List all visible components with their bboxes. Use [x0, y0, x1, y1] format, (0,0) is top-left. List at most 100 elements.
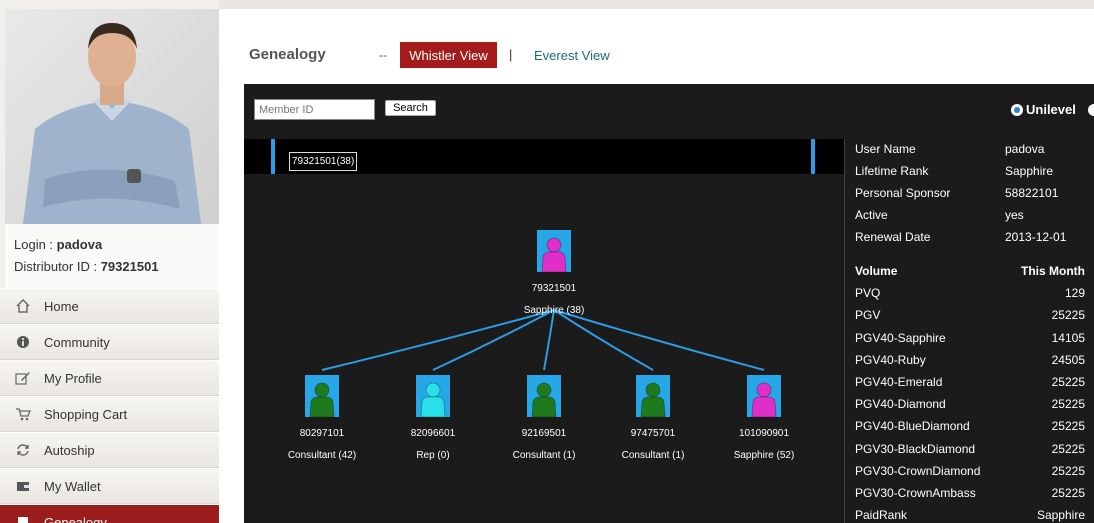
menu-item-label: Home: [44, 298, 79, 314]
header-separator-dash: --: [379, 48, 387, 62]
wallet-icon: [15, 478, 31, 494]
volume-table: Volume This Month PVQ 129 PGV 25225 PGV40-Sa…: [855, 264, 1085, 523]
info-value: yes: [1005, 208, 1024, 222]
menu-item-label: Autoship: [44, 442, 95, 458]
tree-connector-line: [553, 309, 654, 371]
everest-view-link[interactable]: Everest View: [534, 48, 610, 63]
menu-item-autoship[interactable]: Autoship: [0, 432, 219, 468]
volume-label: PGV40-Ruby: [855, 352, 926, 367]
member-info: User Name padova Lifetime Rank Sapphire …: [855, 142, 1090, 252]
node-member-rank: Rep (0): [416, 450, 450, 461]
info-label: Lifetime Rank: [855, 164, 929, 178]
login-row: Login : padova: [14, 237, 219, 259]
tree-node[interactable]: 101090901 Sapphire (52): [714, 375, 814, 462]
volume-row: PGV40-Diamond 25225: [855, 397, 1085, 419]
info-label: Active: [855, 208, 888, 222]
node-member-rank: Sapphire (38): [523, 305, 585, 316]
node-member-id: 82096601: [410, 428, 456, 439]
info-value: Sapphire: [1005, 164, 1054, 178]
volume-value: 25225: [1051, 419, 1085, 434]
tree-node[interactable]: 97475701 Consultant (1): [603, 375, 703, 462]
volume-row: PGV40-Emerald 25225: [855, 375, 1085, 397]
menu-item-shopping-cart[interactable]: Shopping Cart: [0, 396, 219, 432]
info-value: padova: [1005, 142, 1045, 156]
volume-row: PGV30-BlackDiamond 25225: [855, 442, 1085, 464]
menu-item-genealogy[interactable]: Genealogy: [0, 504, 219, 523]
distributor-row: Distributor ID : 79321501: [14, 259, 219, 281]
unilevel-radio[interactable]: [1011, 103, 1023, 116]
menu-item-community[interactable]: Community: [0, 324, 219, 360]
login-label: Login :: [14, 237, 54, 252]
header-separator-pipe: |: [509, 47, 513, 62]
edit-icon: [15, 370, 31, 386]
info-row: Lifetime Rank Sapphire: [855, 164, 1090, 186]
node-member-id: 79321501: [531, 283, 577, 294]
node-member-rank: Sapphire (52): [733, 450, 795, 461]
volume-label: PGV40-Sapphire: [855, 330, 946, 345]
volume-row: PGV30-CrownDiamond 25225: [855, 464, 1085, 486]
volume-row: PGV 25225: [855, 308, 1085, 330]
menu-item-my-wallet[interactable]: My Wallet: [0, 468, 219, 504]
distributor-label: Distributor ID :: [14, 259, 98, 274]
volume-label: PGV40-BlueDiamond: [855, 419, 970, 434]
info-label: User Name: [855, 142, 916, 156]
tree-type-radio-group: Unilevel: [1011, 102, 1094, 117]
panel-divider: [844, 139, 845, 523]
node-member-rank: Consultant (1): [512, 450, 576, 461]
volume-label: PGV40-Diamond: [855, 397, 946, 412]
volume-value: 25225: [1051, 485, 1085, 500]
tree-connector-line: [321, 309, 555, 371]
cart-icon: [15, 406, 31, 422]
genealogy-icon: [15, 514, 31, 523]
tree-connector-line: [432, 309, 555, 371]
sidebar-menu: Home Community My Profile Shopping Cart …: [0, 288, 219, 523]
volume-label: PGV30-CrownAmbass: [855, 485, 976, 500]
tree-node[interactable]: 92169501 Consultant (1): [494, 375, 594, 462]
tree-node[interactable]: 80297101 Consultant (42): [272, 375, 372, 462]
menu-item-label: My Profile: [44, 370, 102, 386]
member-person-icon[interactable]: [747, 375, 781, 417]
tree-node[interactable]: 82096601 Rep (0): [383, 375, 483, 462]
volume-value: 24505: [1051, 352, 1085, 367]
page-header: Genealogy -- Whistler View | Everest Vie…: [219, 9, 1094, 84]
genealogy-panel: Search Unilevel 79321501(38) 79321501Sap…: [244, 84, 1094, 523]
info-row: Renewal Date 2013-12-01: [855, 230, 1090, 252]
tree-node[interactable]: 79321501 Sapphire (38): [504, 230, 604, 317]
menu-item-home[interactable]: Home: [0, 288, 219, 324]
login-value: padova: [56, 237, 103, 252]
volume-row: PVQ 129: [855, 286, 1085, 308]
info-value: 58822101: [1005, 186, 1059, 200]
member-person-icon[interactable]: [527, 375, 561, 417]
volume-row: PGV30-CrownAmbass 25225: [855, 486, 1085, 508]
menu-item-my-profile[interactable]: My Profile: [0, 360, 219, 396]
volume-value: 25225: [1051, 397, 1085, 412]
volume-value: 25225: [1051, 374, 1085, 389]
volume-row: PGV40-Ruby 24505: [855, 353, 1085, 375]
volume-row: PGV40-BlueDiamond 25225: [855, 419, 1085, 441]
binary-radio[interactable]: [1087, 103, 1094, 116]
info-label: Personal Sponsor: [855, 186, 951, 200]
node-member-rank: Consultant (1): [621, 450, 685, 461]
info-row: User Name padova: [855, 142, 1090, 164]
volume-header-label: Volume: [855, 264, 898, 278]
volume-value: 25225: [1051, 463, 1085, 478]
page-title: Genealogy: [249, 46, 326, 63]
volume-label: PaidRank: [855, 508, 908, 523]
member-person-icon[interactable]: [537, 230, 571, 272]
profile-info: Login : padova Distributor ID : 79321501: [5, 224, 219, 288]
whistler-view-button[interactable]: Whistler View: [400, 42, 497, 68]
volume-row: PaidRank Sapphire: [855, 508, 1085, 523]
member-person-icon[interactable]: [305, 375, 339, 417]
tree-connector-line: [543, 309, 555, 371]
member-person-icon[interactable]: [416, 375, 450, 417]
home-icon: [15, 298, 31, 314]
volume-header-row: Volume This Month: [855, 264, 1085, 286]
member-person-icon[interactable]: [636, 375, 670, 417]
distributor-value: 79321501: [100, 259, 159, 274]
volume-value: 25225: [1051, 308, 1085, 323]
volume-label: PGV30-BlackDiamond: [855, 441, 976, 456]
menu-item-label: My Wallet: [44, 478, 101, 494]
tree-connector-line: [553, 309, 765, 371]
refresh-icon: [15, 442, 31, 458]
node-member-id: 80297101: [299, 428, 345, 439]
